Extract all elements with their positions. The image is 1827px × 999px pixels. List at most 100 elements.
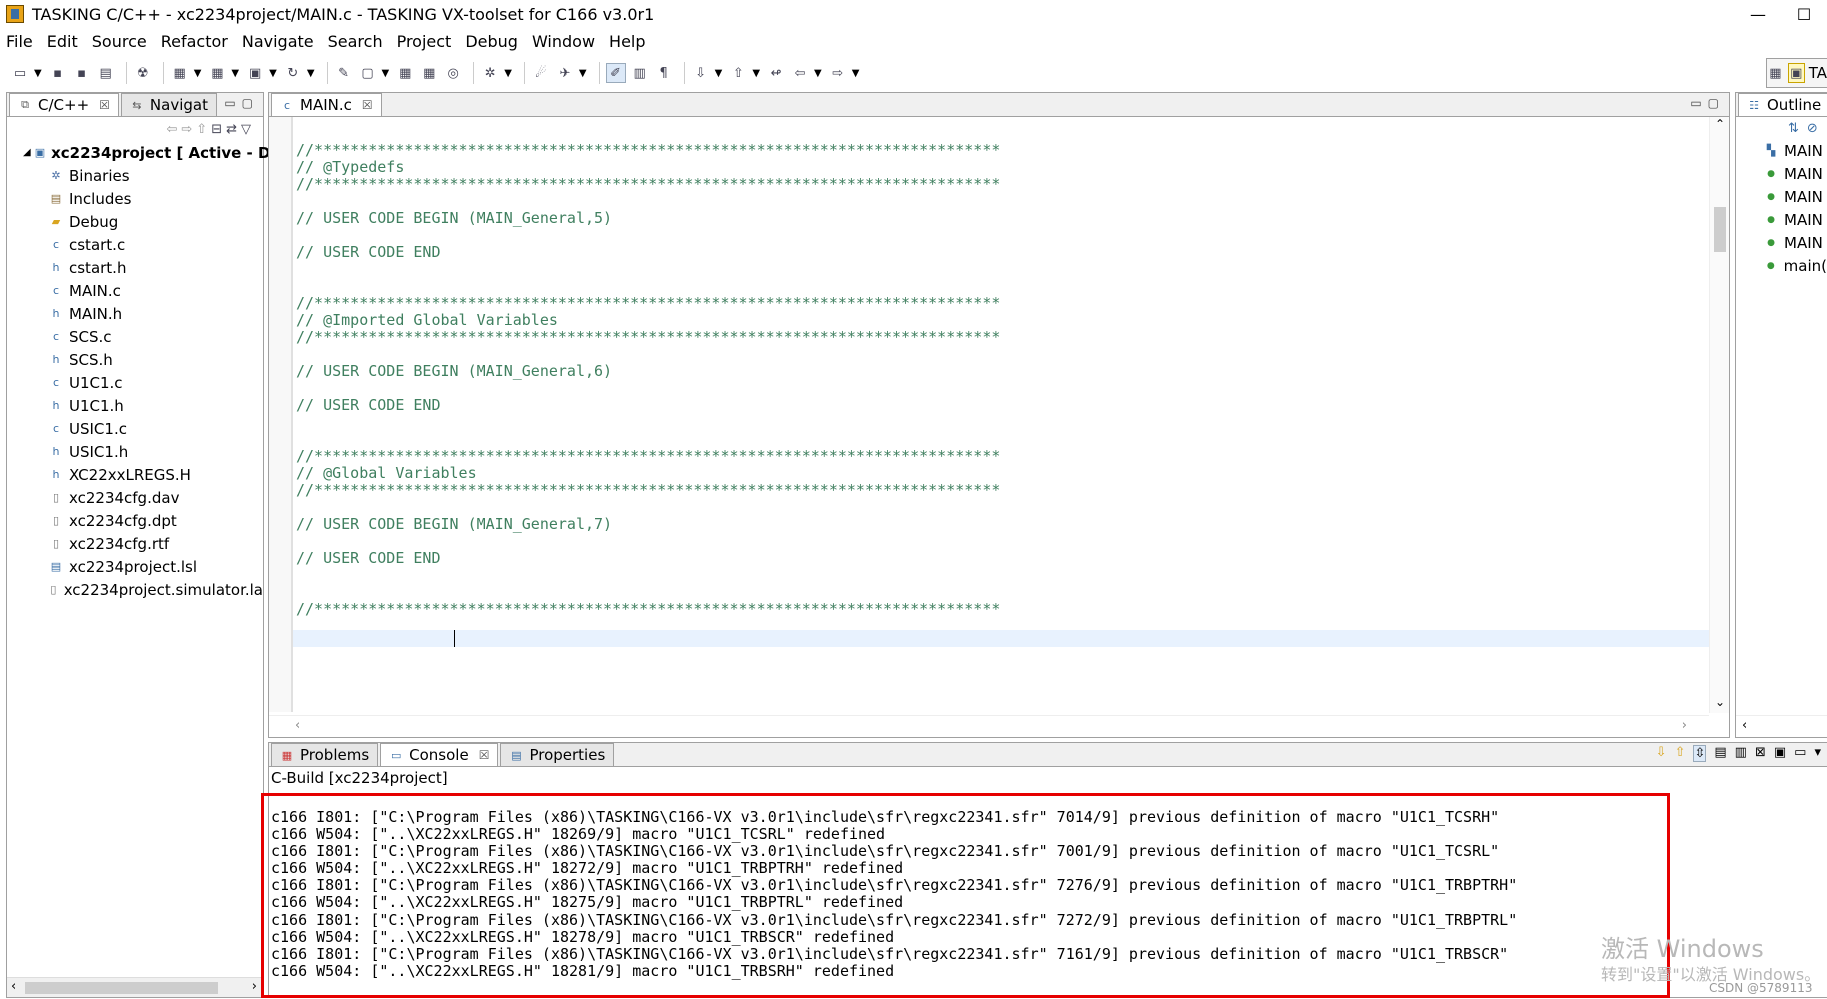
tree-item-file[interactable]: c SCS.c [49,325,263,348]
scroll-down-arrow-icon[interactable]: ⇩ [1656,745,1667,762]
tree-item-file[interactable]: h cstart.h [49,256,263,279]
scroll-lock-icon[interactable]: ⇳ [1693,745,1707,762]
menu-edit[interactable]: Edit [47,32,78,51]
scroll-left-icon[interactable]: ‹ [295,718,300,733]
config-icon[interactable]: ▢ [358,63,378,83]
tab-cpp-projects[interactable]: ⧉ C/C++ ☒ [9,93,119,116]
block-select-icon[interactable]: ▥ [630,63,650,83]
refresh-icon[interactable]: ↻ [283,63,303,83]
link-editor-icon[interactable]: ⇄ [226,122,241,137]
chip-run-icon[interactable]: ▦ [419,63,439,83]
tree-item-debug[interactable]: ▰ Debug [49,210,263,233]
tab-main-c[interactable]: c MAIN.c ☒ [271,93,382,116]
forward-icon[interactable]: ⇨ [828,63,848,83]
maximize-button[interactable]: ☐ [1781,0,1827,28]
settings-dropdown-icon[interactable]: ▼ [504,68,512,79]
view-menu-icon[interactable]: ▾ [1814,745,1821,762]
refresh-dropdown-icon[interactable]: ▼ [307,68,315,79]
open-perspective-icon[interactable]: ▦ [1767,63,1784,83]
scrollbar-thumb[interactable] [1714,207,1726,252]
pin-console-icon[interactable]: ▥ [1735,745,1747,762]
tree-item-file[interactable]: c MAIN.c [49,279,263,302]
new-class-icon[interactable]: ▣ [245,63,265,83]
menu-file[interactable]: File [6,32,33,51]
build-icon[interactable]: ▦ [170,63,190,83]
up-icon[interactable]: ⇧ [196,122,211,137]
tree-item-file[interactable]: ▯ xc2234project.simulator.la [49,578,263,601]
build-all-icon[interactable]: ▦ [207,63,227,83]
minimize-maximize-icon[interactable]: ▭▢ [1690,96,1725,110]
tree-item-file[interactable]: ▯ xc2234cfg.dav [49,486,263,509]
back-icon[interactable]: ⇦ [166,122,181,137]
tree-item-binaries[interactable]: ✲ Binaries [49,164,263,187]
debug-perspective-icon[interactable]: ☢ [133,63,153,83]
outline-item[interactable]: ● MAIN [1764,162,1827,185]
tree-item-file[interactable]: ▯ xc2234cfg.rtf [49,532,263,555]
outline-item[interactable]: ● MAIN [1764,231,1827,254]
remove-console-icon[interactable]: ⊠ [1755,745,1766,762]
menu-help[interactable]: Help [609,32,645,51]
menu-search[interactable]: Search [328,32,383,51]
open-console-icon[interactable]: ▭ [1794,745,1806,762]
back-dropdown-icon[interactable]: ▼ [814,68,822,79]
outline-horizontal-scrollbar[interactable]: ‹ [1736,715,1827,737]
menu-refactor[interactable]: Refactor [161,32,228,51]
hide-fields-icon[interactable]: ⊘ [1807,121,1818,136]
minimize-button[interactable]: — [1735,0,1781,28]
collapse-arrow-icon[interactable]: ◢ [23,147,31,158]
explorer-horizontal-scrollbar[interactable]: ‹ › [7,977,263,997]
tasking-perspective-icon[interactable]: ▣ [1787,63,1805,83]
menu-navigate[interactable]: Navigate [242,32,314,51]
scroll-up-icon[interactable]: ⌃ [1715,117,1725,131]
tool-icon[interactable]: ✈ [555,63,575,83]
tool-dropdown-icon[interactable]: ▼ [579,68,587,79]
forward-dropdown-icon[interactable]: ▼ [852,68,860,79]
menu-project[interactable]: Project [397,32,452,51]
tree-item-file[interactable]: h SCS.h [49,348,263,371]
tree-item-file[interactable]: c cstart.c [49,233,263,256]
chip-debug-icon[interactable]: ◎ [443,63,463,83]
next-annotation-icon[interactable]: ⇩ [691,63,711,83]
outline-item[interactable]: ▚ MAIN [1764,139,1827,162]
tab-console[interactable]: ▭ Console ☒ [380,743,499,766]
settings-icon[interactable]: ✲ [480,63,500,83]
tree-item-file[interactable]: ▯ xc2234cfg.dpt [49,509,263,532]
editor-vertical-scrollbar[interactable]: ⌃ ⌄ [1709,117,1729,713]
perspective-label[interactable]: TA [1809,64,1827,82]
tree-item-file[interactable]: h USIC1.h [49,440,263,463]
menu-debug[interactable]: Debug [465,32,518,51]
forward-icon[interactable]: ⇨ [181,122,196,137]
chip-icon[interactable]: ▦ [395,63,415,83]
console-output[interactable]: c166 I801: ["C:\Program Files (x86)\TASK… [261,793,1670,998]
tree-item-file[interactable]: c U1C1.c [49,371,263,394]
run-icon[interactable]: ☄ [531,63,551,83]
tab-properties[interactable]: ▤ Properties [500,743,615,766]
scroll-left-icon[interactable]: ‹ [1742,718,1747,733]
tab-outline[interactable]: ☷ Outline ☒ [1738,93,1827,116]
prev-annotation-icon[interactable]: ⇧ [728,63,748,83]
scroll-right-icon[interactable]: › [1682,718,1687,733]
tree-item-file[interactable]: h MAIN.h [49,302,263,325]
menu-source[interactable]: Source [92,32,147,51]
save-icon[interactable]: ▪ [48,63,68,83]
save-all-icon[interactable]: ▪ [72,63,92,83]
tree-item-file[interactable]: h U1C1.h [49,394,263,417]
next-annotation-dropdown-icon[interactable]: ▼ [715,68,723,79]
tree-item-file[interactable]: h XC22xxLREGS.H [49,463,263,486]
new-dropdown-icon[interactable]: ▼ [34,68,42,79]
outline-item[interactable]: ● MAIN [1764,208,1827,231]
last-edit-icon[interactable]: ↫ [766,63,786,83]
menu-window[interactable]: Window [532,32,595,51]
back-icon[interactable]: ⇦ [790,63,810,83]
scroll-left-icon[interactable]: ‹ [11,979,16,994]
scroll-up-arrow-icon[interactable]: ⇧ [1675,745,1686,762]
collapse-all-icon[interactable]: ⊟ [211,122,226,137]
scroll-right-icon[interactable]: › [252,979,257,994]
clear-console-icon[interactable]: ▤ [1714,745,1726,762]
scroll-down-icon[interactable]: ⌄ [1715,695,1725,709]
outline-item[interactable]: ● MAIN [1764,185,1827,208]
sort-icon[interactable]: ⇅ [1788,121,1799,136]
project-root[interactable]: ◢ ▣ xc2234project [ Active - Deb [23,141,291,164]
show-whitespace-icon[interactable]: ¶ [654,63,674,83]
display-console-icon[interactable]: ▣ [1774,745,1786,762]
